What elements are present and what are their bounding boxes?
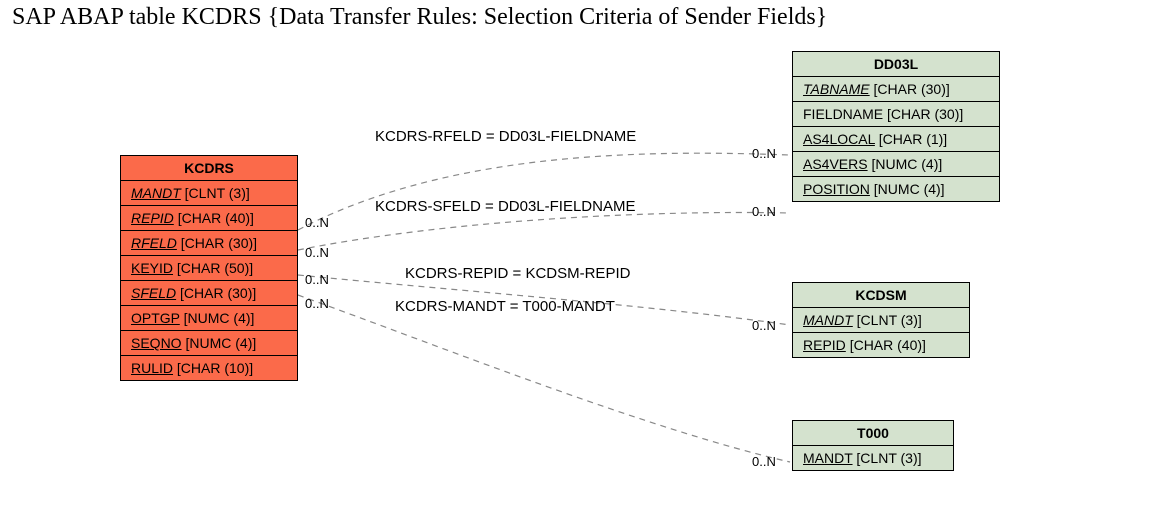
relation-label: KCDRS-SFELD = DD03L-FIELDNAME xyxy=(375,198,635,215)
table-row: OPTGP [NUMC (4)] xyxy=(121,306,297,331)
table-row: SFELD [CHAR (30)] xyxy=(121,281,297,306)
table-row: SEQNO [NUMC (4)] xyxy=(121,331,297,356)
cardinality-label: 0..N xyxy=(305,272,329,287)
relation-label: KCDRS-RFELD = DD03L-FIELDNAME xyxy=(375,128,636,145)
table-kcdsm: KCDSM MANDT [CLNT (3)] REPID [CHAR (40)] xyxy=(792,282,970,358)
table-row: AS4LOCAL [CHAR (1)] xyxy=(793,127,999,152)
table-row: AS4VERS [NUMC (4)] xyxy=(793,152,999,177)
table-kcdrs: KCDRS MANDT [CLNT (3)] REPID [CHAR (40)]… xyxy=(120,155,298,381)
table-row: MANDT [CLNT (3)] xyxy=(793,308,969,333)
table-row: REPID [CHAR (40)] xyxy=(793,333,969,357)
table-row: TABNAME [CHAR (30)] xyxy=(793,77,999,102)
diagram-stage: SAP ABAP table KCDRS {Data Transfer Rule… xyxy=(0,0,1160,511)
relation-label: KCDRS-REPID = KCDSM-REPID xyxy=(405,265,630,282)
table-dd03l-header: DD03L xyxy=(793,52,999,77)
table-row: FIELDNAME [CHAR (30)] xyxy=(793,102,999,127)
cardinality-label: 0..N xyxy=(752,318,776,333)
table-row: RFELD [CHAR (30)] xyxy=(121,231,297,256)
table-row: REPID [CHAR (40)] xyxy=(121,206,297,231)
cardinality-label: 0..N xyxy=(305,296,329,311)
table-row: KEYID [CHAR (50)] xyxy=(121,256,297,281)
table-row: MANDT [CLNT (3)] xyxy=(793,446,953,470)
cardinality-label: 0..N xyxy=(752,454,776,469)
page-title: SAP ABAP table KCDRS {Data Transfer Rule… xyxy=(12,4,827,31)
table-t000-header: T000 xyxy=(793,421,953,446)
table-kcdrs-header: KCDRS xyxy=(121,156,297,181)
table-row: POSITION [NUMC (4)] xyxy=(793,177,999,201)
cardinality-label: 0..N xyxy=(752,204,776,219)
cardinality-label: 0..N xyxy=(305,215,329,230)
table-row: RULID [CHAR (10)] xyxy=(121,356,297,380)
relation-label: KCDRS-MANDT = T000-MANDT xyxy=(395,298,615,315)
cardinality-label: 0..N xyxy=(305,245,329,260)
table-kcdsm-header: KCDSM xyxy=(793,283,969,308)
table-t000: T000 MANDT [CLNT (3)] xyxy=(792,420,954,471)
cardinality-label: 0..N xyxy=(752,146,776,161)
table-row: MANDT [CLNT (3)] xyxy=(121,181,297,206)
table-dd03l: DD03L TABNAME [CHAR (30)] FIELDNAME [CHA… xyxy=(792,51,1000,202)
